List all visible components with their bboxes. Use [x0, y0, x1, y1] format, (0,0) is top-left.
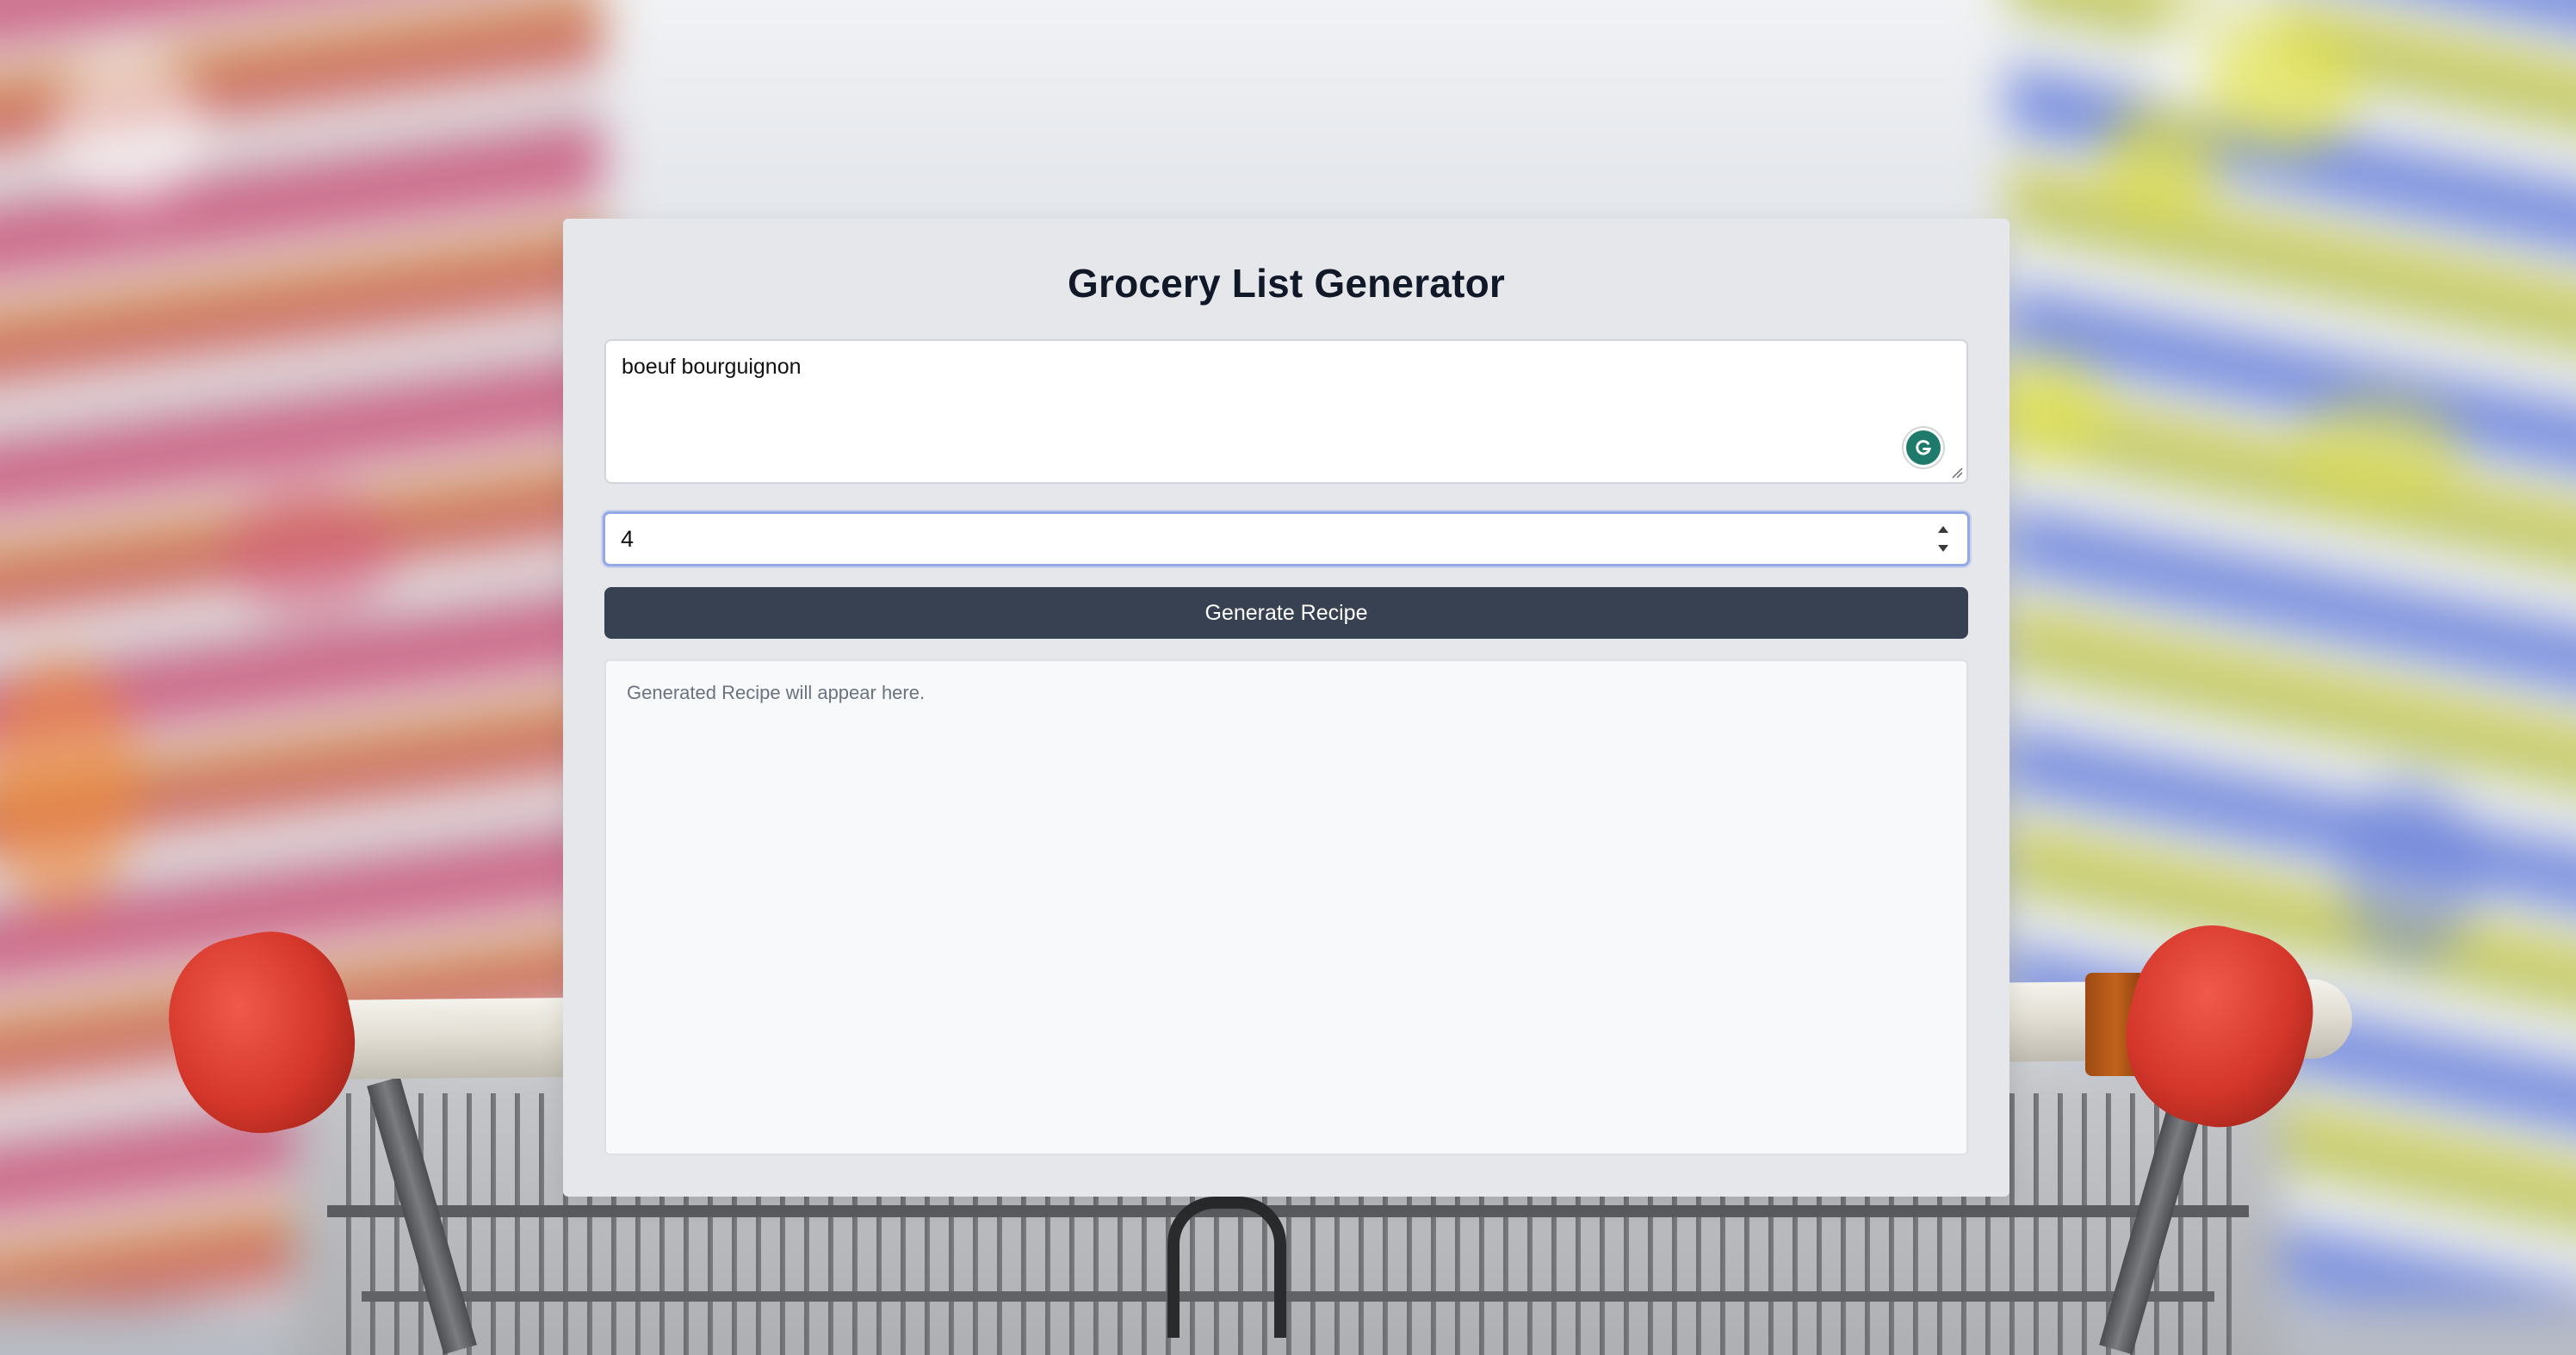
chevron-down-icon[interactable]: [1938, 545, 1948, 552]
cart-hook: [1167, 1197, 1286, 1338]
servings-input[interactable]: 4: [603, 511, 1970, 566]
grammarly-glyph: [1916, 440, 1931, 455]
bokeh-light: [52, 52, 207, 207]
servings-stepper[interactable]: [1936, 526, 1950, 552]
recipe-textarea[interactable]: boeuf bourguignon: [604, 339, 1968, 484]
grammarly-icon[interactable]: [1906, 430, 1941, 465]
bokeh-light: [2342, 775, 2480, 964]
generator-card: Grocery List Generator boeuf bourguignon…: [563, 219, 2009, 1197]
cart-basket-rail: [362, 1291, 2214, 1302]
recipe-output-placeholder: Generated Recipe will appear here.: [627, 682, 926, 703]
aisle-ceiling: [551, 0, 2042, 232]
resize-handle-icon[interactable]: [1951, 467, 1963, 479]
page-title: Grocery List Generator: [1067, 261, 1506, 306]
cart-basket-rail: [327, 1205, 2249, 1217]
chevron-up-icon[interactable]: [1938, 526, 1948, 533]
recipe-output-panel: Generated Recipe will appear here.: [604, 659, 1968, 1155]
bokeh-light: [224, 482, 396, 620]
bokeh-light: [2204, 26, 2359, 155]
bokeh-light: [2101, 103, 2221, 215]
recipe-textarea-value: boeuf bourguignon: [622, 355, 802, 379]
servings-input-value: 4: [621, 526, 635, 552]
bokeh-light: [2290, 396, 2462, 508]
generate-recipe-button[interactable]: Generate Recipe: [604, 587, 1968, 639]
